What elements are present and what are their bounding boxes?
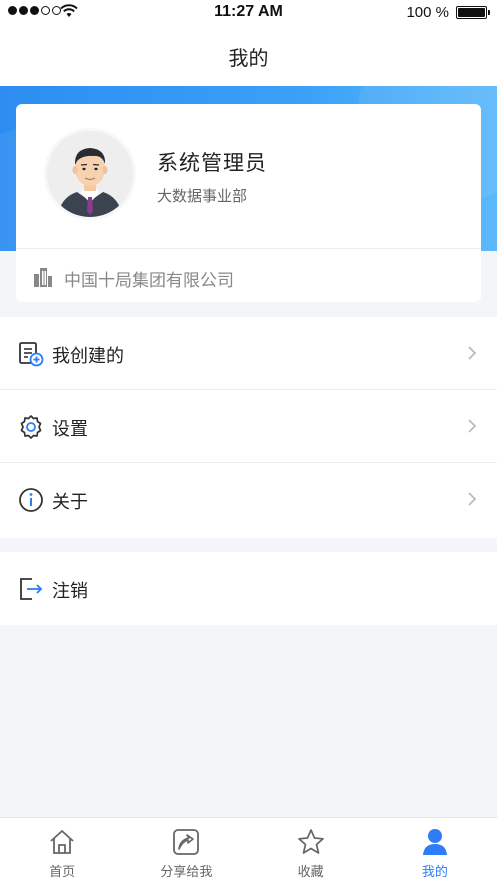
menu-group-main: 我创建的 设置 关于 xyxy=(0,317,497,538)
menu-group-logout: 注销 xyxy=(0,552,497,625)
battery-icon xyxy=(456,6,490,19)
menu-label: 关于 xyxy=(52,492,88,513)
user-name: 系统管理员 xyxy=(157,151,267,175)
info-icon xyxy=(19,488,43,512)
tab-home[interactable]: 首页 xyxy=(0,818,124,883)
document-add-icon xyxy=(19,342,44,367)
menu-item-settings[interactable]: 设置 xyxy=(0,390,497,463)
user-icon xyxy=(422,829,447,855)
tab-label: 首页 xyxy=(49,865,76,880)
divider xyxy=(16,248,481,249)
chevron-right-icon xyxy=(468,492,477,506)
gear-icon xyxy=(20,415,42,439)
menu-item-about[interactable]: 关于 xyxy=(0,463,497,536)
tab-favorites[interactable]: 收藏 xyxy=(249,818,373,883)
share-icon xyxy=(173,829,200,855)
tab-shared[interactable]: 分享给我 xyxy=(124,818,248,883)
menu-label: 设置 xyxy=(52,419,88,440)
profile-card: 系统管理员 大数据事业部 中国十局集团有限公司 xyxy=(16,104,481,302)
user-department: 大数据事业部 xyxy=(157,187,248,205)
menu-item-logout[interactable]: 注销 xyxy=(0,552,497,625)
menu-label: 注销 xyxy=(52,581,88,602)
company-name: 中国十局集团有限公司 xyxy=(64,271,234,291)
tab-label: 收藏 xyxy=(297,865,324,880)
tab-label: 我的 xyxy=(421,865,448,880)
star-icon xyxy=(297,829,324,854)
building-icon xyxy=(34,268,52,287)
menu-item-created-by-me[interactable]: 我创建的 xyxy=(0,317,497,390)
navigation-bar: 我的 xyxy=(0,24,497,86)
chevron-right-icon xyxy=(468,346,477,360)
home-icon xyxy=(50,830,74,854)
tab-label: 分享给我 xyxy=(160,865,213,880)
avatar xyxy=(44,128,136,220)
battery-percentage: 100 % xyxy=(406,4,449,21)
tab-mine[interactable]: 我的 xyxy=(373,818,497,883)
logout-icon xyxy=(20,578,43,600)
menu-label: 我创建的 xyxy=(52,346,124,367)
page-title: 我的 xyxy=(228,46,269,70)
chevron-right-icon xyxy=(468,419,477,433)
tab-bar: 首页 分享给我 收藏 我的 xyxy=(0,817,497,883)
status-bar: 11:27 AM 100 % xyxy=(0,0,497,24)
